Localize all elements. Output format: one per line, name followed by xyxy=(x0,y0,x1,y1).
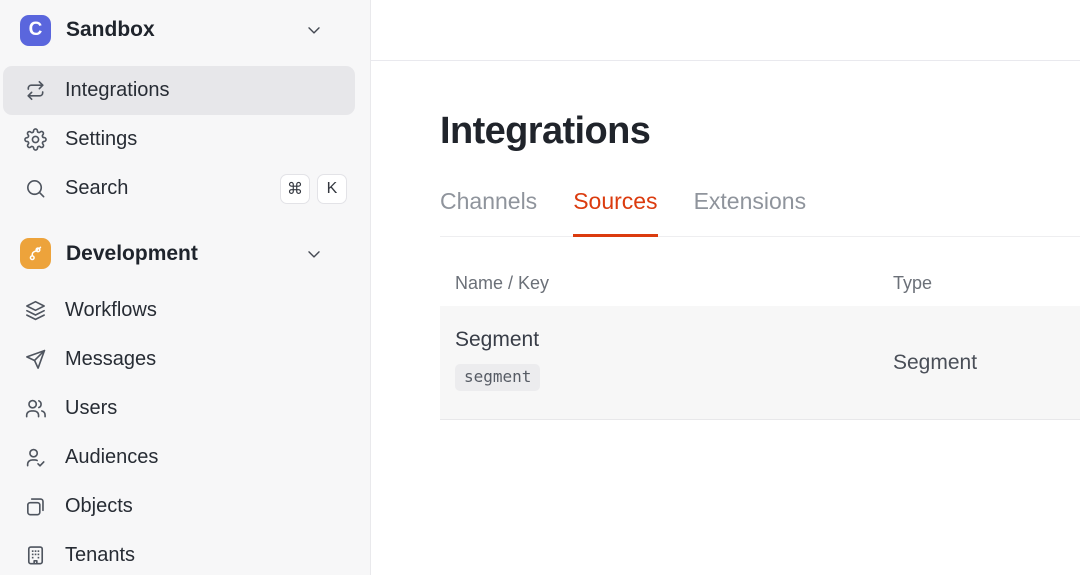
sidebar-item-settings[interactable]: Settings xyxy=(3,115,355,164)
integrations-page: Integrations Channels Sources Extensions… xyxy=(371,61,1080,420)
sources-table: Name / Key Type Segment segment Segment xyxy=(440,273,1080,420)
kbd-k: K xyxy=(317,173,347,204)
sidebar-item-label: Settings xyxy=(65,128,138,150)
cell-name-key: Segment segment xyxy=(440,306,878,419)
sidebar-section-development[interactable]: Development xyxy=(0,229,370,278)
workspace-logo: C xyxy=(20,14,51,46)
sidebar-item-label: Workflows xyxy=(65,299,157,321)
workspace-name: Sandbox xyxy=(66,18,155,41)
sidebar-item-label: Objects xyxy=(65,495,133,517)
search-icon xyxy=(24,177,47,200)
cell-type: Segment xyxy=(893,351,978,374)
sidebar-item-messages[interactable]: Messages xyxy=(3,335,355,384)
sidebar-item-label: Search xyxy=(65,177,129,199)
sidebar-item-objects[interactable]: Objects xyxy=(3,482,355,531)
sidebar-item-audiences[interactable]: Audiences xyxy=(3,433,355,482)
user-check-icon xyxy=(24,446,47,469)
table-row[interactable]: Segment segment Segment xyxy=(440,306,1080,420)
chevron-down-icon xyxy=(304,244,324,264)
sidebar-item-label: Tenants xyxy=(65,544,136,566)
sidebar-item-workflows[interactable]: Workflows xyxy=(3,286,355,335)
sidebar-item-label: Integrations xyxy=(65,79,170,101)
table-header: Name / Key Type xyxy=(440,273,1080,294)
sidebar-item-integrations[interactable]: Integrations xyxy=(3,66,355,115)
workspace-switcher[interactable]: C Sandbox xyxy=(0,0,370,60)
branch-icon xyxy=(20,238,51,269)
source-name: Segment xyxy=(455,328,540,351)
search-shortcut: ⌘ K xyxy=(280,173,347,204)
sidebar-item-search[interactable]: Search ⌘ K xyxy=(3,164,355,213)
tab-sources[interactable]: Sources xyxy=(573,188,658,237)
paper-plane-icon xyxy=(24,348,47,371)
sidebar-item-label: Audiences xyxy=(65,446,159,468)
chevron-down-icon xyxy=(304,20,324,40)
tab-channels[interactable]: Channels xyxy=(440,188,537,236)
sidebar-item-tenants[interactable]: Tenants xyxy=(3,531,355,580)
layers-icon xyxy=(24,299,47,322)
tab-extensions[interactable]: Extensions xyxy=(694,188,807,236)
kbd-meta: ⌘ xyxy=(280,173,310,204)
page-title: Integrations xyxy=(440,110,651,152)
top-bar xyxy=(371,0,1080,61)
workspace-logo-letter: C xyxy=(28,19,43,40)
sidebar-item-users[interactable]: Users xyxy=(3,384,355,433)
source-key-badge: segment xyxy=(455,364,541,391)
users-icon xyxy=(24,397,47,420)
column-header-name-key: Name / Key xyxy=(455,273,550,293)
gear-icon xyxy=(24,128,47,151)
main-content: Integrations Channels Sources Extensions… xyxy=(371,0,1080,575)
swap-arrows-icon xyxy=(24,79,47,102)
sidebar-nav: Integrations Settings Search ⌘ K Develop… xyxy=(0,66,370,580)
column-header-type: Type xyxy=(893,273,933,293)
sidebar-item-label: Users xyxy=(65,397,118,419)
building-icon xyxy=(24,544,47,567)
sidebar: C Sandbox Integrations Settings Search ⌘… xyxy=(0,0,371,575)
sidebar-item-label: Messages xyxy=(65,348,157,370)
tab-bar: Channels Sources Extensions xyxy=(440,188,1080,237)
copy-pages-icon xyxy=(24,495,47,518)
section-name: Development xyxy=(66,241,198,265)
